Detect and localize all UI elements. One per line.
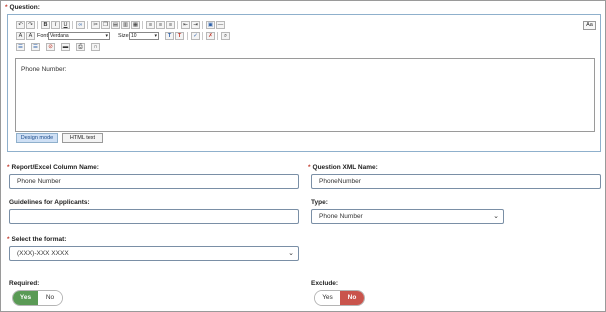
- editor-content-text: Phone Number:: [21, 66, 67, 73]
- exclude-label: Exclude:: [311, 280, 339, 287]
- toolbar-separator: [37, 21, 38, 29]
- required-yes-option[interactable]: Yes: [13, 291, 38, 305]
- editor-content-area[interactable]: Phone Number:: [15, 58, 595, 132]
- image-icon[interactable]: ▣: [206, 21, 215, 29]
- indent-icon[interactable]: ⇥: [191, 21, 200, 29]
- fore-color-icon[interactable]: A: [16, 32, 25, 40]
- horizontal-rule-icon[interactable]: ―: [216, 21, 225, 29]
- tab-html-text[interactable]: HTML text: [62, 133, 103, 143]
- tab-design-mode[interactable]: Design mode: [16, 133, 58, 143]
- align-center-icon[interactable]: ≡: [156, 21, 165, 29]
- remove-format-icon[interactable]: ✗: [206, 32, 215, 40]
- xml-name-input[interactable]: PhoneNumber: [311, 174, 601, 189]
- exclude-no-option[interactable]: No: [340, 291, 364, 305]
- size-label: Size: [118, 33, 129, 39]
- toolbar-separator: [142, 21, 143, 29]
- align-right-icon[interactable]: ≡: [166, 21, 175, 29]
- required-marker: *: [308, 164, 311, 171]
- report-column-input[interactable]: Phone Number: [9, 174, 299, 189]
- question-label-text: Question:: [9, 4, 40, 11]
- xml-name-label: * Question XML Name:: [308, 164, 378, 171]
- toolbar-separator: [177, 21, 178, 29]
- toolbar-separator: [72, 21, 73, 29]
- print-icon[interactable]: ⎙: [76, 43, 85, 51]
- required-label: Required:: [9, 280, 40, 287]
- required-marker: *: [7, 236, 10, 243]
- required-marker: *: [7, 164, 10, 171]
- type-label: Type:: [311, 199, 328, 206]
- size-select-value: 10: [131, 33, 137, 39]
- format-select[interactable]: (XXX)-XXX XXXX ⌄: [9, 246, 299, 261]
- chevron-down-icon: ⌄: [288, 250, 294, 257]
- back-color-icon[interactable]: A: [26, 32, 35, 40]
- chevron-down-icon: ▾: [105, 33, 108, 39]
- toolbar-separator: [187, 32, 188, 40]
- paste-word-icon[interactable]: ▦: [131, 21, 140, 29]
- toolbar-separator: [202, 32, 203, 40]
- font-select[interactable]: Verdana ▾: [48, 32, 110, 40]
- required-toggle[interactable]: Yes No: [12, 290, 63, 306]
- cut-icon[interactable]: ✂: [91, 21, 100, 29]
- spellcheck-icon[interactable]: ✓: [191, 32, 200, 40]
- underline-icon[interactable]: U: [61, 21, 70, 29]
- clear-icon[interactable]: ⊘: [46, 43, 55, 51]
- format-select-value: (XXX)-XXX XXXX: [17, 250, 69, 257]
- font-select-value: Verdana: [50, 33, 69, 39]
- type-select-value: Phone Number: [319, 213, 363, 220]
- bullet-list-icon[interactable]: ☰: [31, 43, 40, 51]
- align-left-icon[interactable]: ≡: [146, 21, 155, 29]
- report-column-label: * Report/Excel Column Name:: [7, 164, 99, 171]
- toolbar-separator: [87, 21, 88, 29]
- report-column-label-text: Report/Excel Column Name:: [11, 164, 99, 171]
- italic-icon[interactable]: I: [51, 21, 60, 29]
- xml-name-label-text: Question XML Name:: [312, 164, 378, 171]
- format-label-text: Select the format:: [11, 236, 67, 243]
- subscript-icon[interactable]: T: [175, 32, 184, 40]
- copy-icon[interactable]: ❐: [101, 21, 110, 29]
- guidelines-label: Guidelines for Applicants:: [9, 199, 90, 206]
- outdent-icon[interactable]: ⇤: [181, 21, 190, 29]
- chevron-down-icon: ⌄: [493, 213, 499, 220]
- required-marker: *: [5, 4, 8, 11]
- type-select[interactable]: Phone Number ⌄: [311, 209, 504, 224]
- question-label: * Question:: [5, 4, 40, 11]
- guidelines-input[interactable]: [9, 209, 299, 224]
- superscript-icon[interactable]: T: [165, 32, 174, 40]
- redo-icon[interactable]: ↷: [26, 21, 35, 29]
- numbered-list-icon[interactable]: ☰: [16, 43, 25, 51]
- link-icon[interactable]: ∞: [76, 21, 85, 29]
- chevron-down-icon: ▾: [154, 33, 157, 39]
- required-no-option[interactable]: No: [38, 291, 62, 305]
- table-icon[interactable]: ▬: [61, 43, 70, 51]
- font-size-toggle-button[interactable]: Aa: [583, 21, 596, 30]
- headphones-icon[interactable]: ∩: [91, 43, 100, 51]
- toolbar-separator: [217, 32, 218, 40]
- font-label: Font: [37, 33, 49, 39]
- paste-text-icon[interactable]: ▥: [121, 21, 130, 29]
- bold-icon[interactable]: B: [41, 21, 50, 29]
- exclude-yes-option[interactable]: Yes: [315, 291, 340, 305]
- undo-icon[interactable]: ↶: [16, 21, 25, 29]
- exclude-toggle[interactable]: Yes No: [314, 290, 365, 306]
- paste-icon[interactable]: ▤: [111, 21, 120, 29]
- format-label: * Select the format:: [7, 236, 66, 243]
- toolbar-separator: [202, 21, 203, 29]
- zoom-icon[interactable]: ⌕: [221, 32, 230, 40]
- size-select[interactable]: 10 ▾: [129, 32, 159, 40]
